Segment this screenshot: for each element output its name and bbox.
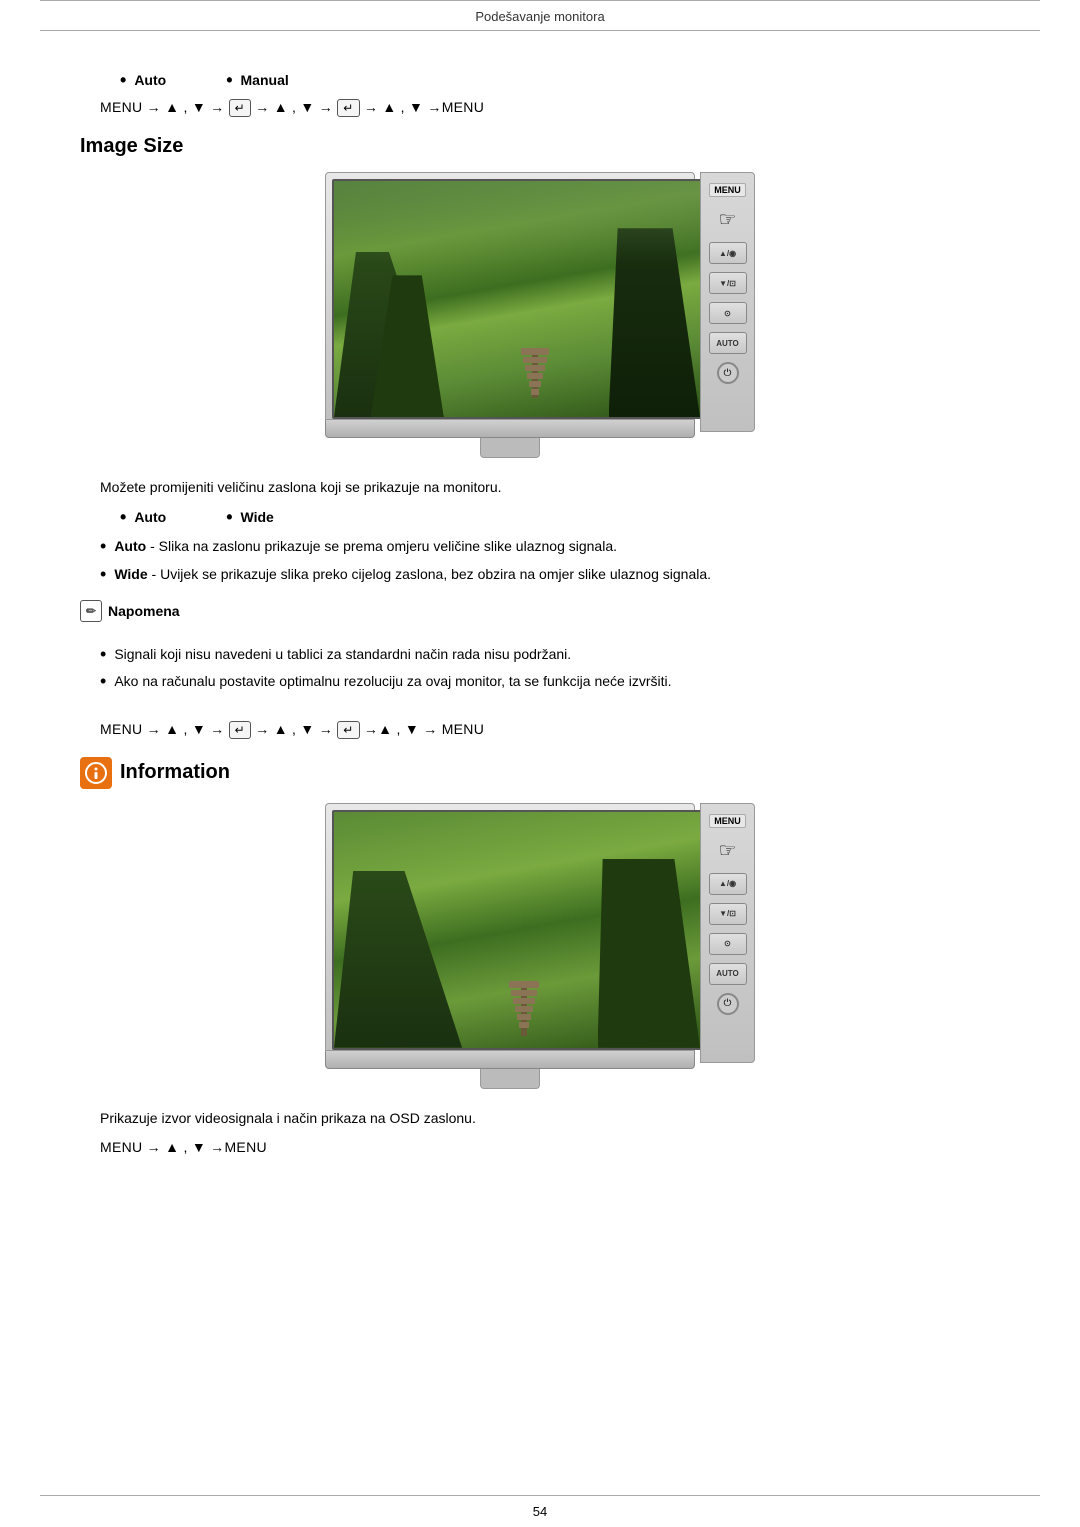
kbd-enter-4: ↵	[337, 721, 359, 739]
note-icon: ✏	[80, 600, 102, 622]
hand-cursor-icon-2: ☞	[719, 838, 737, 863]
power-btn-1: ⏻	[717, 362, 739, 384]
information-title: Information	[120, 761, 230, 784]
monitor-bezel-frame-1	[325, 172, 695, 420]
bullet-manual: • Manual	[226, 71, 289, 89]
note-bdot-2: •	[100, 671, 106, 693]
hand-cursor-icon-1: ☞	[719, 207, 737, 232]
note-label: Napomena	[108, 603, 180, 619]
bullet-auto2: • Auto	[120, 508, 166, 526]
kbd-enter-2: ↵	[337, 99, 359, 117]
bullet-detail-auto: • Auto - Slika na zaslonu prikazuje se p…	[100, 536, 1000, 558]
menu-nav-1: MENU → ▲ , ▼ → ↵ → ▲ , ▼ → ↵ → ▲ , ▼ →ME…	[100, 99, 1000, 117]
bullet-detail-wide: • Wide - Uvijek se prikazuje slika preko…	[100, 564, 1000, 586]
down-btn-2: ▼/⊡	[709, 903, 747, 925]
note-text-2: Ako na računalu postavite optimalnu rezo…	[114, 671, 671, 693]
monitor-stand-2	[480, 1069, 540, 1089]
monitor-stand-1	[480, 438, 540, 458]
side-panel-1: MENU ☞ ▲/◉ ▼/⊡ ⊙ AUTO ⏻	[700, 172, 755, 432]
bullet-dot-wide: •	[226, 508, 232, 526]
up-btn-2: ▲/◉	[709, 873, 747, 895]
page-number: 54	[533, 1504, 547, 1519]
monitor-screen-1	[332, 179, 702, 419]
information-icon	[80, 757, 112, 789]
monitor-bezel-1	[325, 172, 695, 458]
menu-chip-2: MENU	[709, 814, 746, 828]
monitor-image-1: MENU ☞ ▲/◉ ▼/⊡ ⊙ AUTO ⏻	[80, 172, 1000, 458]
note-item-1: • Signali koji nisu navedeni u tablici z…	[100, 644, 1000, 666]
information-desc: Prikazuje izvor videosignala i način pri…	[100, 1107, 1000, 1129]
detail-auto-bold: Auto	[114, 538, 146, 554]
auto-btn-2: AUTO	[709, 963, 747, 985]
note-item-2: • Ako na računalu postavite optimalnu re…	[100, 671, 1000, 693]
auto-wide-bullets: • Auto • Wide	[120, 508, 1000, 526]
monitor-base-2	[325, 1051, 695, 1069]
image-size-bullet-details: • Auto - Slika na zaslonu prikazuje se p…	[100, 536, 1000, 585]
menu-nav-2: MENU → ▲ , ▼ → ↵ → ▲ , ▼ → ↵ →▲ , ▼ → ME…	[100, 721, 1000, 739]
bullet-dot-manual: •	[226, 71, 232, 89]
side-panel-2: MENU ☞ ▲/◉ ▼/⊡ ⊙ AUTO ⏻	[700, 803, 755, 1063]
detail-wide-bold: Wide	[114, 566, 147, 582]
note-box: ✏ Napomena • Signali koji nisu navedeni …	[80, 600, 1000, 707]
up-btn-1: ▲/◉	[709, 242, 747, 264]
detail-wide-rest: - Uvijek se prikazuje slika preko cijelo…	[152, 566, 712, 582]
enter-btn-2: ⊙	[709, 933, 747, 955]
monitor-bezel-2	[325, 803, 695, 1089]
note-text-1: Signali koji nisu navedeni u tablici za …	[114, 644, 571, 666]
auto-btn-1: AUTO	[709, 332, 747, 354]
image-size-desc: Možete promijeniti veličinu zaslona koji…	[100, 476, 1000, 498]
detail-auto-rest: - Slika na zaslonu prikazuje se prema om…	[150, 538, 617, 554]
power-btn-2: ⏻	[717, 993, 739, 1015]
label-auto: Auto	[134, 72, 166, 88]
note-bdot-1: •	[100, 644, 106, 666]
page-wrapper: Podešavanje monitora • Auto • Manual MEN…	[0, 0, 1080, 1527]
monitor-figure-1: MENU ☞ ▲/◉ ▼/⊡ ⊙ AUTO ⏻	[325, 172, 755, 458]
bdot-wide: •	[100, 564, 106, 586]
note-header: ✏ Napomena	[80, 600, 1000, 622]
enter-btn-1: ⊙	[709, 302, 747, 324]
content-area: • Auto • Manual MENU → ▲ , ▼ → ↵ → ▲ , ▼…	[0, 31, 1080, 1344]
information-header: Information	[80, 757, 1000, 789]
menu-chip-1: MENU	[709, 183, 746, 197]
label-manual: Manual	[241, 72, 289, 88]
auto-manual-bullets: • Auto • Manual	[120, 71, 1000, 89]
monitor-figure-2: MENU ☞ ▲/◉ ▼/⊡ ⊙ AUTO ⏻	[325, 803, 755, 1089]
bullet-dot-auto: •	[120, 71, 126, 89]
label-auto2: Auto	[134, 509, 166, 525]
monitor-bezel-frame-2	[325, 803, 695, 1051]
bullet-dot-auto2: •	[120, 508, 126, 526]
kbd-enter-1: ↵	[229, 99, 251, 117]
footer-bar: 54	[0, 1496, 1080, 1527]
bullet-auto: • Auto	[120, 71, 166, 89]
kbd-enter-3: ↵	[229, 721, 251, 739]
menu-nav-3: MENU → ▲ , ▼ →MENU	[100, 1139, 1000, 1155]
bullet-wide: • Wide	[226, 508, 274, 526]
header-title: Podešavanje monitora	[475, 9, 604, 24]
monitor-image-2: MENU ☞ ▲/◉ ▼/⊡ ⊙ AUTO ⏻	[80, 803, 1000, 1089]
bdot-auto: •	[100, 536, 106, 558]
label-wide: Wide	[241, 509, 274, 525]
header-bar: Podešavanje monitora	[40, 1, 1040, 31]
info-svg-icon	[85, 762, 107, 784]
down-btn-1: ▼/⊡	[709, 272, 747, 294]
detail-auto-text: Auto - Slika na zaslonu prikazuje se pre…	[114, 536, 617, 558]
detail-wide-text: Wide - Uvijek se prikazuje slika preko c…	[114, 564, 711, 586]
image-size-title: Image Size	[80, 135, 1000, 158]
monitor-base-1	[325, 420, 695, 438]
note-items: • Signali koji nisu navedeni u tablici z…	[100, 638, 1000, 699]
monitor-screen-2	[332, 810, 702, 1050]
